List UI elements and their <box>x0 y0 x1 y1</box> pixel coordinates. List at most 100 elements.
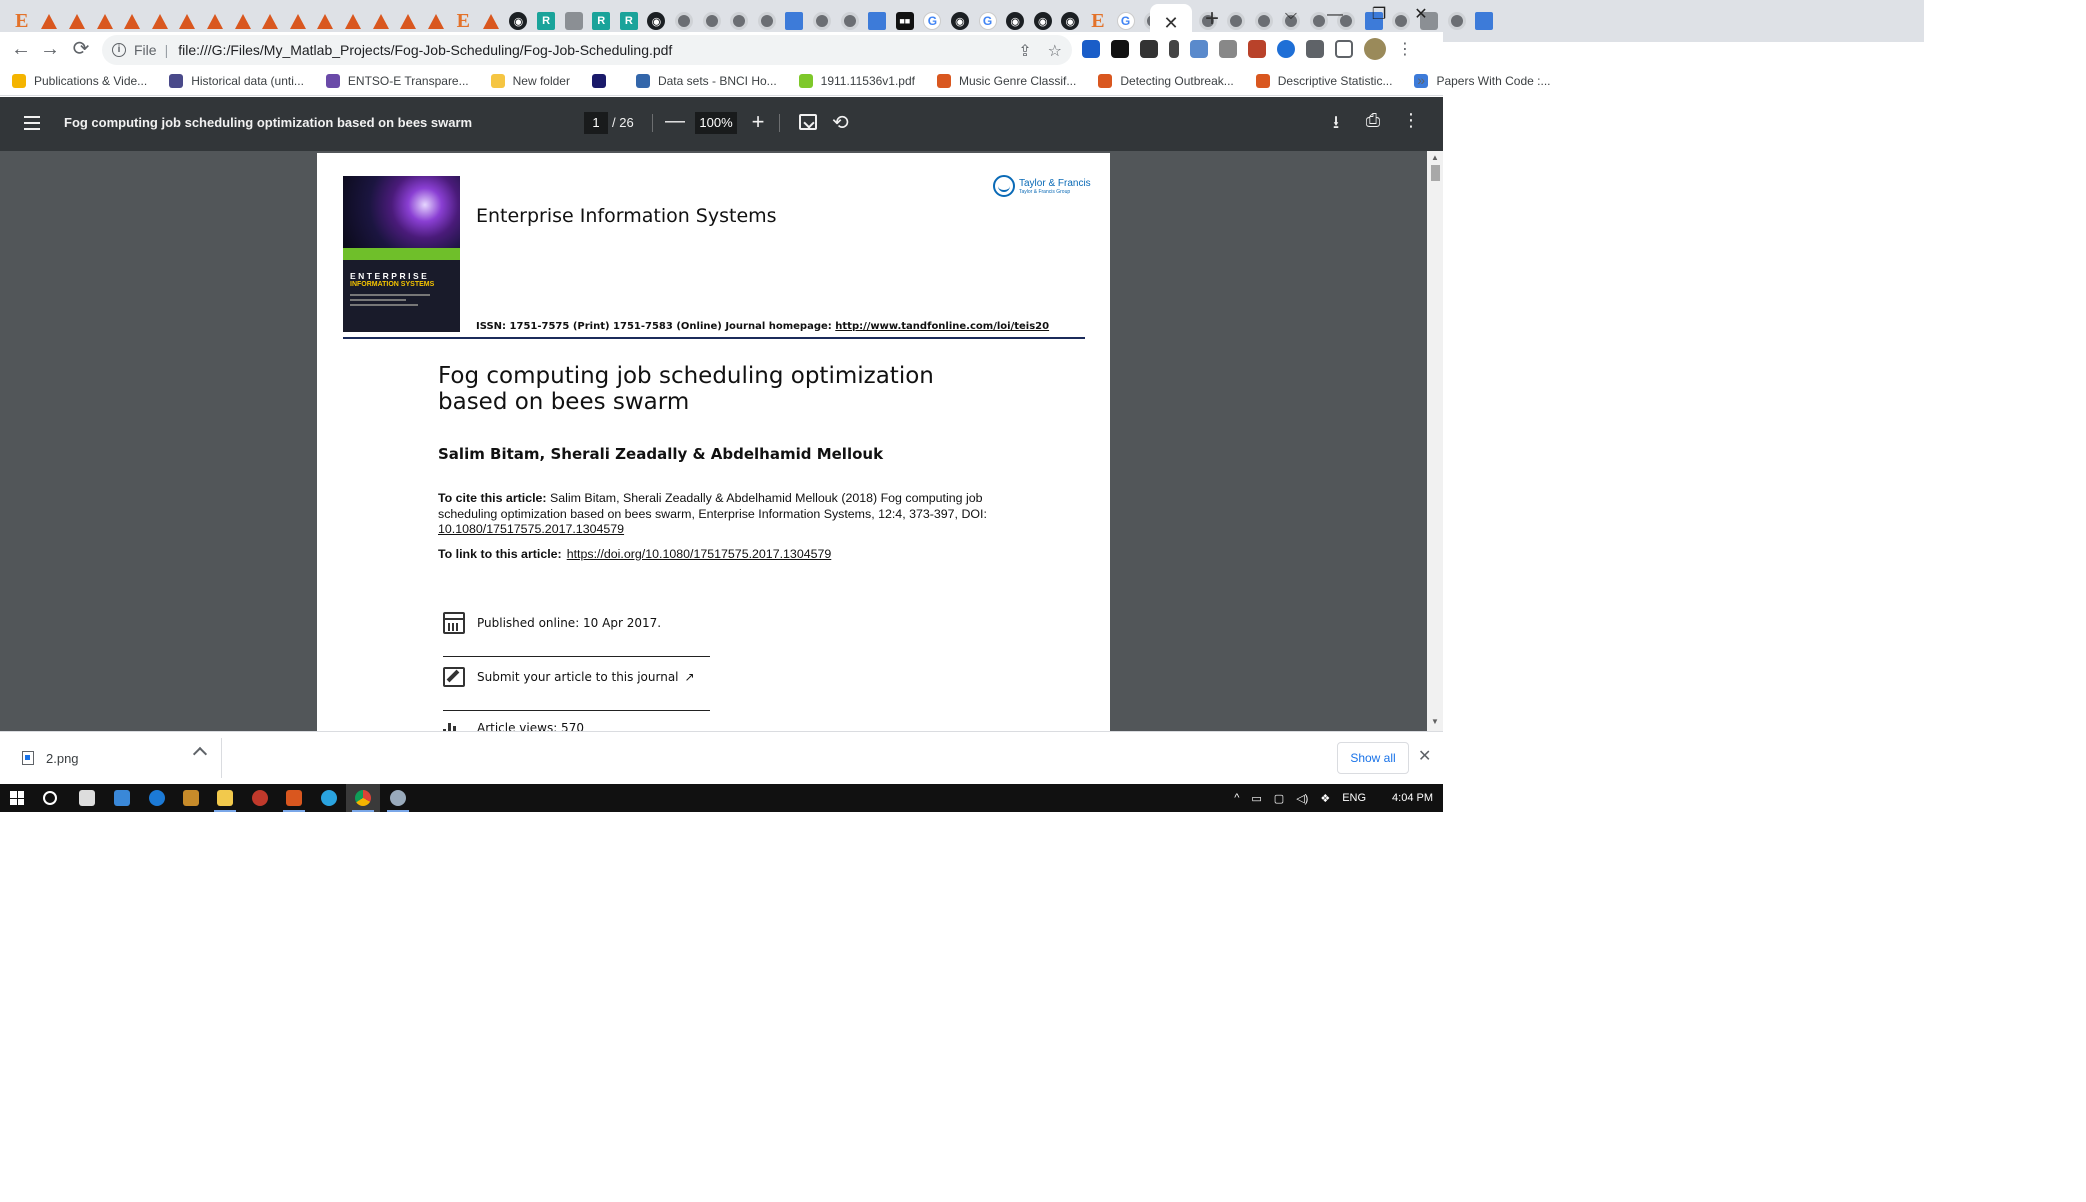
globe-favicon-icon <box>840 12 859 30</box>
extension-icon[interactable] <box>1111 40 1129 58</box>
taskbar-app[interactable] <box>381 784 415 812</box>
minimize-button[interactable]: — <box>1312 0 1358 30</box>
network-icon[interactable]: ▢ <box>1274 792 1284 805</box>
submit-row[interactable]: Submit your article to this journal ↗ <box>443 667 695 687</box>
taskbar-app[interactable] <box>243 784 277 812</box>
extension-icon[interactable] <box>1140 40 1158 58</box>
issn-text: ISSN: 1751-7575 (Print) 1751-7583 (Onlin… <box>476 321 836 332</box>
bookmark-item[interactable]: Music Genre Classif... <box>936 73 1076 88</box>
matlab-favicon-icon <box>40 12 58 30</box>
journal-name: Enterprise Information Systems <box>476 205 777 227</box>
published-row: Published online: 10 Apr 2017. <box>443 612 661 634</box>
bookmark-item[interactable] <box>591 73 614 88</box>
bookmark-label: Papers With Code :... <box>1436 73 1551 88</box>
share-icon[interactable]: ⇪ <box>1018 41 1031 61</box>
taskbar-app[interactable] <box>70 784 104 812</box>
browser-tab[interactable] <box>1470 6 1498 36</box>
gh-favicon-icon: ◉ <box>1006 12 1025 30</box>
chevron-up-icon[interactable]: ^ <box>1234 792 1239 804</box>
bookmark-item[interactable]: Papers With Code :... <box>1414 73 1551 88</box>
extension-icon[interactable] <box>1082 40 1100 58</box>
avatar[interactable] <box>1364 38 1386 60</box>
info-icon[interactable]: i <box>112 43 126 57</box>
taskbar-app[interactable] <box>208 784 242 812</box>
volume-icon[interactable]: ◁) <box>1296 792 1308 805</box>
bookmark-item[interactable]: Historical data (unti... <box>169 73 304 88</box>
side-panel-icon[interactable] <box>1335 40 1353 58</box>
start-button[interactable] <box>0 784 34 812</box>
print-icon[interactable]: ⎙ <box>1362 110 1384 131</box>
bookmark-item[interactable]: Detecting Outbreak... <box>1098 73 1234 88</box>
fit-page-icon[interactable] <box>799 114 817 130</box>
puzzle-icon[interactable] <box>1306 40 1324 58</box>
windows-taskbar: ^ ▭ ▢ ◁) ❖ ENG 4:04 PM <box>0 784 1443 812</box>
battery-icon[interactable]: ▭ <box>1251 792 1261 805</box>
bookmark-label: Detecting Outbreak... <box>1120 73 1234 88</box>
extension-icon[interactable] <box>1248 40 1266 58</box>
address-bar[interactable]: i File | file:///G:/Files/My_Matlab_Proj… <box>102 35 1072 65</box>
zoom-in-button[interactable]: + <box>748 109 768 135</box>
clock[interactable]: 4:04 PM <box>1392 792 1433 804</box>
gh-favicon-icon: ◉ <box>1061 12 1080 30</box>
downloads-bar: 2.png Show all ✕ <box>0 731 1443 784</box>
restore-button[interactable]: ❐ <box>1356 0 1402 30</box>
extension-icon[interactable] <box>1169 40 1179 58</box>
extension-icon[interactable] <box>1219 40 1237 58</box>
article-link-line: To link to this article: https://doi.org/… <box>438 547 831 561</box>
star-icon[interactable]: ☆ <box>1048 41 1062 61</box>
download-item[interactable]: 2.png <box>12 738 222 778</box>
back-button[interactable]: ← <box>8 37 34 63</box>
zoom-input[interactable]: 100% <box>695 112 737 134</box>
taskbar-app[interactable] <box>105 784 139 812</box>
close-window-button[interactable]: ✕ <box>1398 0 1444 30</box>
taskbar-app[interactable] <box>277 784 311 812</box>
issn-line: ISSN: 1751-7575 (Print) 1751-7583 (Onlin… <box>476 321 1049 332</box>
taskbar-app[interactable] <box>174 784 208 812</box>
scroll-down-arrow[interactable]: ▼ <box>1431 717 1439 726</box>
extension-icon[interactable] <box>1190 40 1208 58</box>
download-icon[interactable]: ⭳ <box>1325 110 1347 140</box>
matlab-favicon-icon <box>344 12 362 30</box>
bookmark-item[interactable]: Descriptive Statistic... <box>1255 73 1392 88</box>
show-all-button[interactable]: Show all <box>1337 742 1409 774</box>
language-indicator[interactable]: ENG <box>1342 792 1366 804</box>
scroll-up-arrow[interactable]: ▲ <box>1431 153 1439 162</box>
hamburger-icon[interactable] <box>24 116 40 130</box>
url-text[interactable]: file:///G:/Files/My_Matlab_Projects/Fog-… <box>178 42 672 58</box>
rotate-icon[interactable]: ⟲ <box>832 110 849 135</box>
article-url-link[interactable]: https://doi.org/10.1080/17517575.2017.13… <box>567 547 832 561</box>
bookmark-item[interactable]: Publications & Vide... <box>12 73 147 88</box>
tab-search-button[interactable]: ⌵ <box>1268 0 1314 30</box>
extension-icon[interactable] <box>1277 40 1295 58</box>
taskbar-app-chrome[interactable] <box>346 784 380 812</box>
pdf-viewport[interactable]: ENTERPRISE INFORMATION SYSTEMS Enterpris… <box>0 151 1443 731</box>
taskbar-app[interactable] <box>312 784 346 812</box>
bookmarks-overflow-icon[interactable]: » <box>1417 72 1425 88</box>
scroll-thumb[interactable] <box>1431 165 1440 181</box>
bookmark-item[interactable]: Data sets - BNCI Ho... <box>635 73 777 88</box>
browser-tab[interactable] <box>1443 6 1471 36</box>
more-actions-icon[interactable]: ⋮ <box>1400 110 1422 131</box>
browser-toolbar: ← → ⟳ i File | file:///G:/Files/My_Matla… <box>0 32 1443 66</box>
bookmark-item[interactable]: New folder <box>490 73 570 88</box>
close-downloads-icon[interactable]: ✕ <box>1418 746 1431 766</box>
vertical-scrollbar[interactable]: ▲ ▼ <box>1427 151 1443 731</box>
close-tab-icon[interactable]: ✕ <box>1163 13 1178 34</box>
search-button[interactable] <box>33 784 67 812</box>
rg-favicon-icon: R <box>619 12 638 30</box>
bookmark-item[interactable]: ENTSO-E Transpare... <box>325 73 469 88</box>
bookmark-item[interactable]: 1911.11536v1.pdf <box>798 73 915 88</box>
dropbox-icon[interactable]: ❖ <box>1320 792 1330 805</box>
submit-link[interactable]: Submit your article to this journal <box>477 670 679 684</box>
forward-button[interactable]: → <box>37 37 63 63</box>
reload-button[interactable]: ⟳ <box>68 37 94 63</box>
chevron-up-icon[interactable] <box>192 746 208 762</box>
download-file-name[interactable]: 2.png <box>46 751 79 766</box>
doi-link[interactable]: 10.1080/17517575.2017.1304579 <box>438 522 624 536</box>
taskbar-app[interactable] <box>140 784 174 812</box>
new-tab-button[interactable]: + <box>1198 6 1226 34</box>
page-number-input[interactable]: 1 <box>584 112 608 134</box>
journal-homepage-link[interactable]: http://www.tandfonline.com/loi/teis20 <box>835 321 1049 332</box>
menu-icon[interactable]: ⋮ <box>1397 39 1413 59</box>
zoom-out-button[interactable]: — <box>665 110 685 133</box>
